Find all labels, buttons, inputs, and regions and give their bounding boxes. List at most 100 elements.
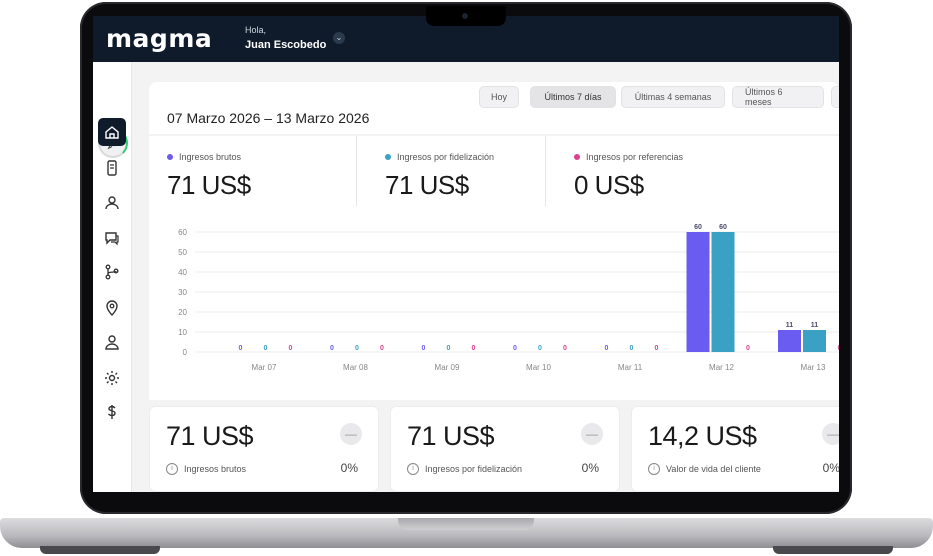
data-label: 0 bbox=[538, 345, 542, 352]
kpi-card-lifetime-value: 14,2 US$ — i Valor de vida del cliente 0% bbox=[631, 406, 839, 492]
series-dot bbox=[385, 154, 391, 160]
app-screen: magma Hola, Juan Escobedo ⌄ 07 Marzo 202… bbox=[93, 16, 839, 492]
sidebar-item-profile[interactable] bbox=[98, 328, 126, 356]
series-dot bbox=[167, 154, 173, 160]
range-button-more[interactable] bbox=[831, 86, 839, 108]
kpi-card-loyalty: 71 US$ — i Ingresos por fidelización 0% bbox=[390, 406, 620, 492]
user-name[interactable]: Juan Escobedo bbox=[245, 39, 326, 51]
info-icon[interactable]: i bbox=[166, 463, 178, 475]
info-icon[interactable]: i bbox=[648, 463, 660, 475]
x-tick-label: Mar 13 bbox=[801, 363, 826, 372]
kpi-value: 14,2 US$ bbox=[648, 421, 757, 451]
trend-neutral-icon: — bbox=[581, 423, 603, 445]
kpi-label: Valor de vida del cliente bbox=[666, 464, 761, 474]
data-label: 11 bbox=[786, 322, 794, 329]
user-icon bbox=[105, 335, 119, 350]
data-label: 0 bbox=[239, 345, 243, 352]
x-tick-label: Mar 10 bbox=[526, 363, 551, 372]
users-icon bbox=[105, 196, 119, 210]
y-tick-label: 40 bbox=[178, 268, 187, 277]
data-label: 0 bbox=[447, 345, 451, 352]
kpi-card-gross: 71 US$ — i Ingresos brutos 0% bbox=[149, 406, 379, 492]
data-label: 0 bbox=[380, 345, 384, 352]
x-tick-label: Mar 08 bbox=[343, 363, 368, 372]
range-button-today[interactable]: Hoy bbox=[479, 86, 519, 108]
x-tick-label: Mar 12 bbox=[709, 363, 734, 372]
range-button-7-days[interactable]: Últimos 7 días bbox=[530, 86, 616, 108]
date-range-title: 07 Marzo 2026 – 13 Marzo 2026 bbox=[167, 110, 370, 126]
metric-value: 0 US$ bbox=[574, 170, 644, 200]
data-label: 0 bbox=[605, 345, 609, 352]
branch-icon bbox=[105, 264, 119, 280]
data-label: 60 bbox=[719, 224, 727, 231]
y-tick-label: 50 bbox=[178, 248, 187, 257]
chevron-down-icon[interactable]: ⌄ bbox=[333, 32, 345, 44]
trend-neutral-icon: — bbox=[822, 423, 839, 445]
sidebar-item-locations[interactable] bbox=[98, 294, 126, 322]
dollar-icon bbox=[108, 405, 116, 419]
bar bbox=[778, 330, 801, 352]
data-label: 0 bbox=[630, 345, 634, 352]
greeting-text: Hola, bbox=[245, 25, 267, 35]
sidebar-item-settings[interactable] bbox=[98, 364, 126, 392]
bar bbox=[803, 330, 826, 352]
mobile-card-icon bbox=[107, 160, 117, 176]
range-button-6-months[interactable]: Últimos 6 meses bbox=[732, 86, 824, 108]
range-button-4-weeks[interactable]: Últimas 4 semanas bbox=[621, 86, 725, 108]
brand-logo[interactable]: magma bbox=[106, 24, 212, 53]
bar bbox=[711, 232, 735, 352]
sidebar-item-home[interactable] bbox=[98, 118, 126, 146]
data-label: 0 bbox=[513, 345, 517, 352]
sidebar-item-mobile[interactable] bbox=[98, 154, 126, 182]
trend-neutral-icon: — bbox=[340, 423, 362, 445]
kpi-percent: 0% bbox=[340, 461, 358, 475]
gear-icon bbox=[105, 371, 119, 385]
y-tick-label: 60 bbox=[178, 228, 187, 237]
stats-card: Ingresos brutos 71 US$ Ingresos por fide… bbox=[149, 136, 839, 400]
data-label: 0 bbox=[264, 345, 268, 352]
kpi-percent: 0% bbox=[581, 461, 599, 475]
data-label: 0 bbox=[655, 345, 659, 352]
location-pin-icon bbox=[106, 300, 118, 316]
laptop-frame: magma Hola, Juan Escobedo ⌄ 07 Marzo 202… bbox=[0, 0, 933, 556]
x-tick-label: Mar 07 bbox=[252, 363, 277, 372]
metric-label: Ingresos por fidelización bbox=[397, 152, 495, 162]
metric-referrals: Ingresos por referencias 0 US$ bbox=[574, 152, 683, 201]
chat-icon bbox=[105, 232, 119, 246]
metric-value: 71 US$ bbox=[167, 170, 251, 200]
metric-label: Ingresos por referencias bbox=[586, 152, 684, 162]
sidebar-item-flows[interactable] bbox=[98, 258, 126, 286]
sidebar-item-customers[interactable] bbox=[98, 188, 126, 216]
y-tick-label: 20 bbox=[178, 308, 187, 317]
x-tick-label: Mar 11 bbox=[618, 363, 643, 372]
y-tick-label: 10 bbox=[178, 328, 187, 337]
kpi-label: Ingresos brutos bbox=[184, 464, 247, 474]
kpi-label: Ingresos por fidelización bbox=[425, 464, 523, 474]
data-label: 0 bbox=[355, 345, 359, 352]
data-label: 0 bbox=[838, 345, 839, 352]
y-tick-label: 30 bbox=[178, 288, 187, 297]
data-label: 0 bbox=[422, 345, 426, 352]
divider bbox=[545, 136, 546, 206]
metric-value: 71 US$ bbox=[385, 170, 469, 200]
sidebar bbox=[93, 62, 132, 492]
laptop-foot-right bbox=[773, 546, 893, 554]
data-label: 0 bbox=[330, 345, 334, 352]
kpi-value: 71 US$ bbox=[166, 421, 254, 451]
data-label: 11 bbox=[811, 322, 819, 329]
x-tick-label: Mar 09 bbox=[435, 363, 460, 372]
revenue-bar-chart: 0 10 20 30 40 50 60 Mar 07 0 0 0 Mar 08 0 0 0 Mar 09 0 0 0… bbox=[178, 224, 839, 372]
date-header: 07 Marzo 2026 – 13 Marzo 2026 Hoy Último… bbox=[149, 82, 839, 134]
info-icon[interactable]: i bbox=[407, 463, 419, 475]
data-label: 0 bbox=[746, 345, 750, 352]
sidebar-item-messages[interactable] bbox=[98, 224, 126, 252]
laptop-foot-left bbox=[40, 546, 160, 554]
sidebar-item-billing[interactable] bbox=[98, 398, 126, 426]
kpi-value: 71 US$ bbox=[407, 421, 495, 451]
trackpad-notch bbox=[398, 518, 534, 530]
y-tick-label: 0 bbox=[183, 348, 188, 357]
metric-label: Ingresos brutos bbox=[179, 152, 242, 162]
data-label: 60 bbox=[694, 224, 702, 231]
home-icon bbox=[105, 126, 119, 139]
series-dot bbox=[574, 154, 580, 160]
